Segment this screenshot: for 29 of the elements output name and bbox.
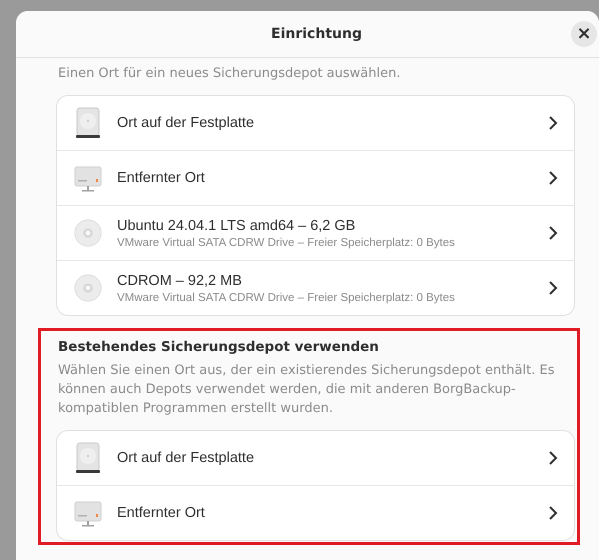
row-title: Ort auf der Festplatte [117,115,256,131]
section-description: Wählen Sie einen Ort aus, der ein existierendes Sicherungsdepot enthält. Es können auch Depots verwendet werden, die mit anderen BorgBackup-kompatiblen Programmen erstellt wurden. [58,362,556,418]
row-title: Entfernter Ort [117,170,206,186]
row-title: CDROM – 92,2 MB [117,272,243,288]
hard-drive-icon [73,107,103,139]
location-row[interactable]: Ubuntu 24.04.1 LTS amd64 – 6,2 GB VMware Virtual SATA CDRW Drive – Freier Speicherplatz: 0 Bytes [57,205,574,260]
section-description: Einen Ort für ein neues Sicherungsdepot auswählen. [58,65,402,83]
section-heading: Bestehendes Sicherungsdepot verwenden [58,339,380,355]
chevron-icon [548,170,558,186]
chevron-icon [548,225,558,241]
location-row[interactable]: Ort auf der Festplatte [57,431,574,485]
location-row[interactable]: Entfernter Ort [57,485,574,540]
location-row[interactable]: Entfernter Ort [57,150,574,205]
chevron-icon [548,505,558,521]
dialog-title: Einrichtung [271,26,362,42]
disc-icon [73,217,103,249]
row-subtitle: VMware Virtual SATA CDRW Drive – Freier Speicherplatz: 0 Bytes [117,292,456,304]
location-row[interactable]: Ort auf der Festplatte [57,96,574,150]
row-subtitle: VMware Virtual SATA CDRW Drive – Freier Speicherplatz: 0 Bytes [117,236,456,248]
row-title: Entfernter Ort [117,505,206,521]
row-title: Ubuntu 24.04.1 LTS amd64 – 6,2 GB [117,218,356,234]
disc-icon [73,272,103,304]
location-row[interactable]: CDROM – 92,2 MB VMware Virtual SATA CDRW Drive – Freier Speicherplatz: 0 Bytes [57,260,574,315]
chevron-icon [548,280,558,296]
chevron-icon [548,450,558,466]
close-button[interactable]: × [571,21,597,47]
chevron-icon [548,115,558,131]
row-title: Ort auf der Festplatte [117,450,256,466]
hard-drive-icon [73,442,103,474]
